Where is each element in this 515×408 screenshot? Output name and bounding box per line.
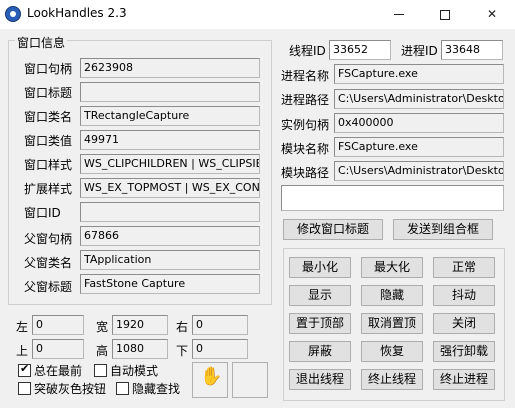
break-gray-button-checkbox[interactable] [18, 382, 31, 395]
module-name-field[interactable]: FSCapture.exe [334, 137, 504, 157]
window-class-field[interactable]: TRectangleCapture [80, 106, 260, 126]
process-name-field[interactable]: FSCapture.exe [334, 64, 504, 84]
app-icon [5, 6, 21, 22]
window-handle-label: 窗口句柄 [24, 62, 73, 76]
hand-cursor-icon: ✋ [200, 366, 223, 387]
extended-style-field[interactable]: WS_EX_TOPMOST | WS_EX_CONTR [80, 178, 260, 198]
always-on-top-checkbox[interactable]: ✔ [18, 362, 31, 377]
top-label: 上 [16, 344, 29, 358]
title-bar: LookHandles 2.3 ✕ [0, 0, 515, 29]
terminate-thread-button[interactable]: 终止线程 [361, 369, 423, 390]
parent-title-label: 父窗标题 [24, 280, 73, 294]
right-label: 右 [176, 320, 189, 334]
cancel-topmost-button[interactable]: 取消置顶 [361, 313, 423, 334]
window-handle-field[interactable]: 2623908 [80, 58, 260, 78]
height-field[interactable]: 1080 [112, 339, 168, 359]
normal-window-button[interactable]: 正常 [433, 257, 495, 278]
message-field[interactable] [281, 185, 504, 211]
instance-handle-field[interactable]: 0x400000 [334, 113, 504, 133]
window-class-label: 窗口类名 [24, 110, 73, 124]
maximize-window-button[interactable]: 最大化 [361, 257, 423, 278]
close-icon: ✕ [486, 7, 498, 21]
window-style-label: 窗口样式 [24, 158, 73, 172]
auto-mode-checkbox[interactable] [94, 364, 107, 377]
app-window: LookHandles 2.3 ✕ 窗口信息 窗口句柄 2623908 窗口标题… [0, 0, 515, 408]
process-name-label: 进程名称 [281, 69, 330, 83]
parent-class-field[interactable]: TApplication [80, 250, 260, 270]
force-unload-button[interactable]: 强行卸载 [433, 341, 495, 362]
close-button[interactable]: ✕ [469, 0, 515, 29]
set-topmost-button[interactable]: 置于顶部 [289, 313, 351, 334]
parent-handle-field[interactable]: 67866 [80, 226, 260, 246]
restore-window-button[interactable]: 恢复 [361, 341, 423, 362]
window-title-field[interactable] [80, 82, 260, 102]
terminate-process-button[interactable]: 终止进程 [433, 369, 495, 390]
send-to-combobox-button[interactable]: 发送到组合框 [393, 219, 493, 240]
show-window-button[interactable]: 显示 [289, 285, 351, 306]
maximize-icon [440, 9, 450, 20]
modify-window-title-button[interactable]: 修改窗口标题 [283, 219, 383, 240]
disable-window-button[interactable]: 屏蔽 [289, 341, 351, 362]
process-id-label: 进程ID [401, 44, 438, 58]
exit-thread-button[interactable]: 退出线程 [289, 369, 351, 390]
parent-title-field[interactable]: FastStone Capture [80, 274, 260, 294]
window-id-field[interactable] [80, 202, 260, 222]
hidden-search-label: 隐藏查找 [132, 382, 181, 396]
minimize-button[interactable] [376, 0, 422, 29]
extended-style-label: 扩展样式 [24, 182, 73, 196]
thread-id-field[interactable]: 33652 [329, 40, 391, 60]
bottom-field[interactable]: 0 [192, 339, 248, 359]
left-field[interactable]: 0 [32, 315, 84, 335]
left-label: 左 [16, 320, 29, 334]
right-field[interactable]: 0 [192, 315, 248, 335]
instance-handle-label: 实例句柄 [281, 118, 330, 132]
top-field[interactable]: 0 [32, 339, 84, 359]
process-id-field[interactable]: 33648 [441, 40, 503, 60]
width-label: 宽 [96, 320, 109, 334]
break-gray-button-label: 突破灰色按钮 [34, 382, 107, 396]
hidden-search-checkbox[interactable] [116, 382, 129, 395]
window-title: LookHandles 2.3 [27, 6, 127, 20]
parent-class-label: 父窗类名 [24, 256, 73, 270]
auto-mode-label: 自动模式 [110, 364, 159, 378]
module-path-field[interactable]: C:\Users\Administrator\Desktop\ [334, 161, 504, 181]
parent-handle-label: 父窗句柄 [24, 232, 73, 246]
bottom-label: 下 [176, 344, 189, 358]
thread-id-label: 线程ID [289, 44, 326, 58]
window-class-value-field[interactable]: 49971 [80, 130, 260, 150]
window-class-value-label: 窗口类值 [24, 134, 73, 148]
width-field[interactable]: 1920 [112, 315, 168, 335]
always-on-top-label: 总在最前 [34, 364, 83, 378]
minimize-window-button[interactable]: 最小化 [289, 257, 351, 278]
height-label: 高 [96, 344, 109, 358]
module-name-label: 模块名称 [281, 142, 330, 156]
process-path-label: 进程路径 [281, 93, 330, 107]
minimize-icon [394, 14, 404, 15]
window-info-group-title: 窗口信息 [15, 34, 68, 51]
hide-window-button[interactable]: 隐藏 [361, 285, 423, 306]
maximize-button[interactable] [422, 0, 468, 29]
check-icon: ✔ [20, 362, 30, 375]
finder-preview [232, 362, 268, 398]
shake-window-button[interactable]: 抖动 [433, 285, 495, 306]
process-path-field[interactable]: C:\Users\Administrator\Desktop\ [334, 89, 504, 109]
module-path-label: 模块路径 [281, 166, 330, 180]
window-title-label: 窗口标题 [24, 86, 73, 100]
window-id-label: 窗口ID [24, 206, 61, 220]
close-window-button[interactable]: 关闭 [433, 313, 495, 334]
window-style-field[interactable]: WS_CLIPCHILDREN | WS_CLIPSIBLI [80, 154, 260, 174]
